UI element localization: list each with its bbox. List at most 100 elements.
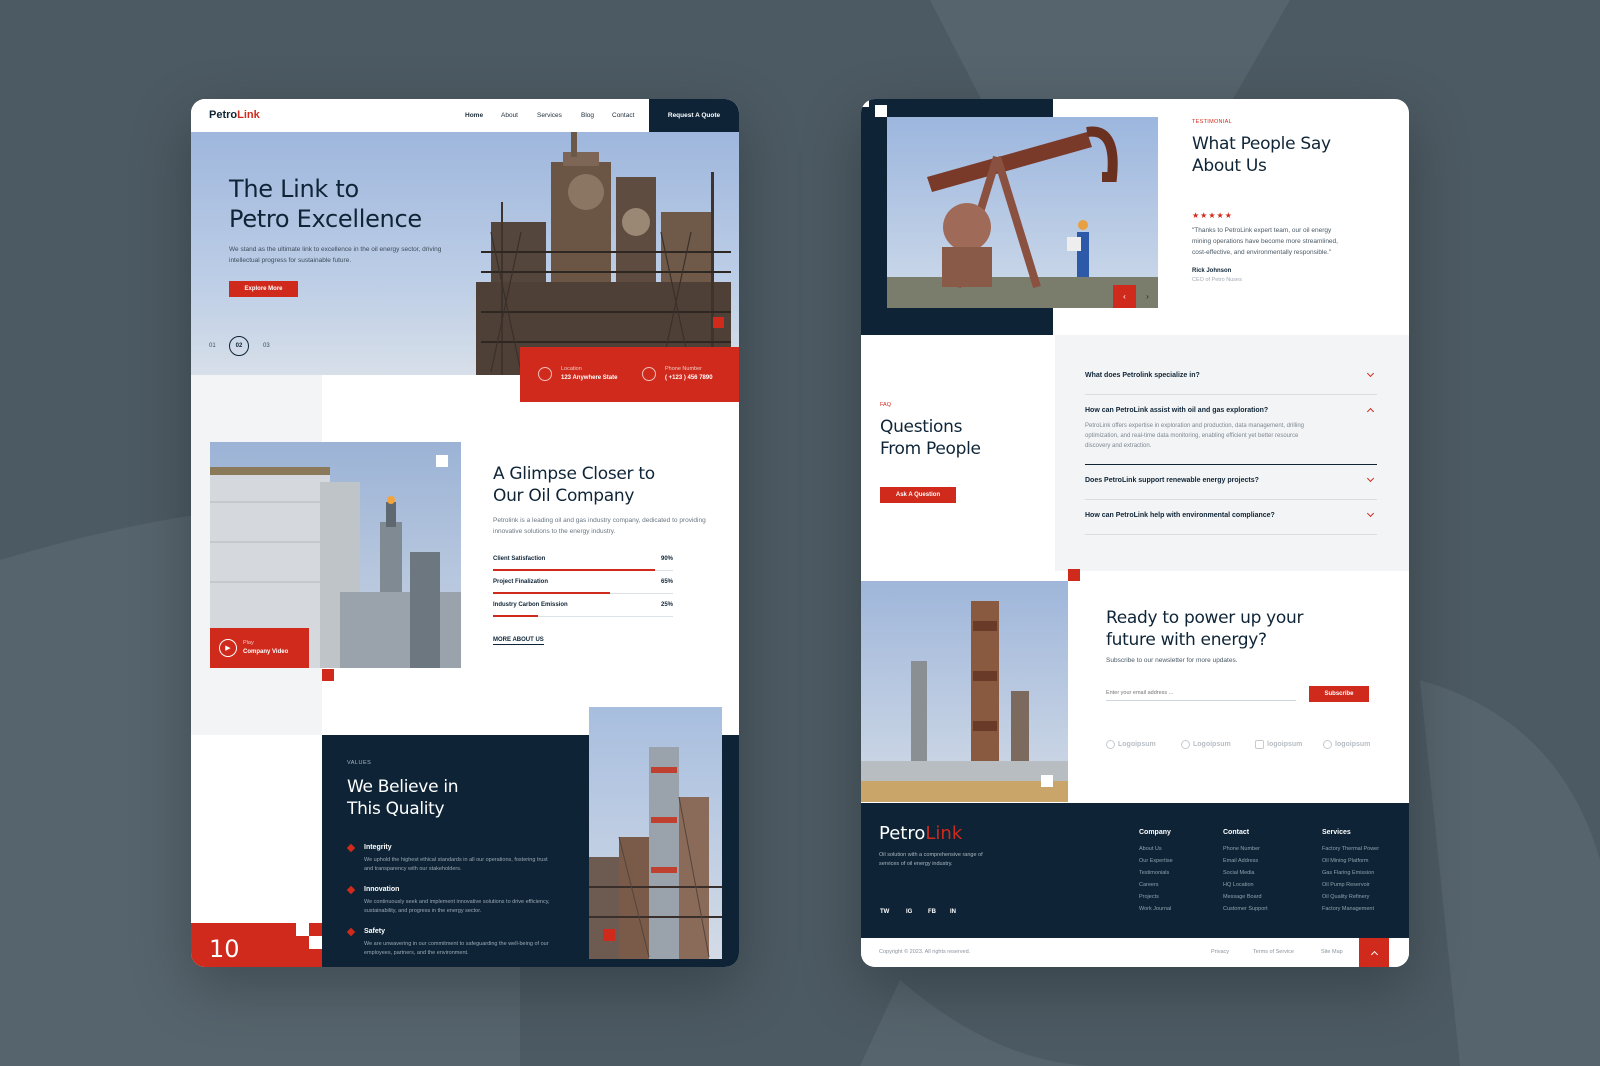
partner-logo-4: logoipsum xyxy=(1323,740,1370,749)
footer-link[interactable]: Testimonials xyxy=(1139,870,1169,876)
stat-industry-carbon-emission: Industry Carbon Emission 25% xyxy=(493,602,673,620)
footer-link[interactable]: Gas Flaring Emission xyxy=(1322,870,1374,876)
subscribe-button[interactable]: Subscribe xyxy=(1309,686,1369,702)
slide-03[interactable]: 03 xyxy=(263,343,270,349)
stat-label: Client Satisfaction xyxy=(493,556,546,562)
location-icon xyxy=(538,367,552,381)
faq-intro: FAQ Questions From People xyxy=(880,402,1040,460)
nav-services[interactable]: Services xyxy=(537,112,562,119)
location-value: 123 Anywhere State xyxy=(561,375,618,381)
social-facebook[interactable]: FB xyxy=(928,909,936,915)
newsletter-subtitle: Subscribe to our newsletter for more upd… xyxy=(1106,657,1238,664)
about-title-line1: A Glimpse Closer to xyxy=(493,464,655,484)
hero-text: The Link to Petro Excellence We stand as… xyxy=(229,174,479,266)
footer-link[interactable]: Message Board xyxy=(1223,894,1262,900)
chevron-down-icon xyxy=(1366,509,1375,518)
newsletter-title-line2: future with energy? xyxy=(1106,630,1267,650)
footer-link[interactable]: Oil Mining Platform xyxy=(1322,858,1368,864)
nav-about[interactable]: About xyxy=(501,112,518,119)
social-twitter[interactable]: TW xyxy=(880,909,889,915)
slide-01[interactable]: 01 xyxy=(209,343,216,349)
email-input[interactable] xyxy=(1106,685,1296,701)
rating-stars: ★★★★★ xyxy=(1192,211,1233,220)
terms-link[interactable]: Terms of Service xyxy=(1253,949,1294,955)
hero-subtitle: We stand as the ultimate link to excelle… xyxy=(229,246,442,264)
counter-corner-square-2 xyxy=(309,936,322,949)
logo[interactable]: PetroLink xyxy=(209,109,260,121)
footer-link[interactable]: Customer Support xyxy=(1223,906,1268,912)
logo-part-link: Link xyxy=(925,823,963,844)
footer-link[interactable]: Email Address xyxy=(1223,858,1258,864)
request-quote-button[interactable]: Request A Quote xyxy=(649,99,739,132)
carousel-prev-button[interactable]: ‹ xyxy=(1113,285,1136,308)
footer-link[interactable]: Phone Number xyxy=(1223,846,1260,852)
footer-link[interactable]: HQ Location xyxy=(1223,882,1254,888)
newsletter-title-line1: Ready to power up your xyxy=(1106,608,1304,628)
chevron-down-icon xyxy=(1366,474,1375,483)
faq-answer: PetroLink offers expertise in exploratio… xyxy=(1085,423,1305,449)
testimonial-title-line1: What People Say xyxy=(1192,134,1331,154)
faq-question: Does PetroLink support renewable energy … xyxy=(1085,477,1259,484)
value-safety: Safety We are unwavering in our commitme… xyxy=(346,927,557,958)
logoipsum-icon xyxy=(1106,740,1115,749)
slide-02-active[interactable]: 02 xyxy=(229,336,249,356)
carousel-next-button[interactable]: › xyxy=(1136,285,1159,308)
privacy-link[interactable]: Privacy xyxy=(1211,949,1229,955)
site-footer: PetroLink Oil solution with a comprehens… xyxy=(861,803,1409,938)
partner-logo-3: logoipsum xyxy=(1255,740,1302,749)
value-title: Innovation xyxy=(364,886,400,893)
counter-corner-square-1 xyxy=(296,923,309,936)
footer-link[interactable]: Projects xyxy=(1139,894,1159,900)
sitemap-link[interactable]: Site Map xyxy=(1321,949,1343,955)
nav-home[interactable]: Home xyxy=(465,112,483,119)
footer-link[interactable]: Our Expertise xyxy=(1139,858,1173,864)
about-image-corner-square xyxy=(436,455,448,467)
stat-client-satisfaction: Client Satisfaction 90% xyxy=(493,556,673,574)
play-icon: ▶ xyxy=(219,639,237,657)
ask-question-button[interactable]: Ask A Question xyxy=(880,487,956,503)
logo-part-link: Link xyxy=(237,109,260,121)
stat-bar xyxy=(493,592,610,594)
nav-contact[interactable]: Contact xyxy=(612,112,634,119)
about-description: Petrolink is a leading oil and gas indus… xyxy=(493,517,706,535)
chevron-up-icon xyxy=(1370,950,1378,958)
diamond-bullet-icon xyxy=(346,843,356,853)
footer-link[interactable]: About Us xyxy=(1139,846,1162,852)
social-instagram[interactable]: IG xyxy=(906,909,912,915)
values-image-accent-square xyxy=(603,929,615,941)
testimonial-quote: "Thanks to PetroLink expert team, our oi… xyxy=(1192,227,1338,256)
footer-link[interactable]: Social Media xyxy=(1223,870,1255,876)
contact-strip: Location 123 Anywhere State Phone Number… xyxy=(520,347,739,402)
logo-part-petro: Petro xyxy=(209,109,238,121)
value-integrity: Integrity We uphold the highest ethical … xyxy=(346,843,557,874)
faq-item-1[interactable]: What does Petrolink specialize in? xyxy=(1085,367,1377,395)
faq-item-3[interactable]: Does PetroLink support renewable energy … xyxy=(1085,472,1377,500)
footer-link[interactable]: Work Journal xyxy=(1139,906,1171,912)
footer-link[interactable]: Oil Pump Reservoir xyxy=(1322,882,1370,888)
chevron-up-icon xyxy=(1366,407,1375,416)
faq-item-2-expanded[interactable]: How can PetroLink assist with oil and ga… xyxy=(1085,402,1377,465)
nav-blog[interactable]: Blog xyxy=(581,112,594,119)
phone-label: Phone Number xyxy=(665,366,702,372)
social-linkedin[interactable]: IN xyxy=(950,909,956,915)
stat-project-finalization: Project Finalization 65% xyxy=(493,579,673,597)
value-text: We are unwavering in our commitment to s… xyxy=(364,941,549,956)
newsletter-content: Ready to power up your future with energ… xyxy=(1106,607,1376,664)
homepage-mockup: PetroLink Home About Services Blog Conta… xyxy=(191,99,739,967)
phone-icon xyxy=(642,367,656,381)
footer-logo[interactable]: PetroLink xyxy=(879,823,962,844)
faq-item-4[interactable]: How can PetroLink help with environmenta… xyxy=(1085,507,1377,535)
footer-link[interactable]: Careers xyxy=(1139,882,1159,888)
testimonial-eyebrow: TESTIMONIAL xyxy=(1192,119,1232,125)
chevron-down-icon xyxy=(1366,369,1375,378)
footer-link[interactable]: Factory Management xyxy=(1322,906,1374,912)
stat-bar xyxy=(493,615,538,617)
diamond-bullet-icon xyxy=(346,927,356,937)
more-about-us-link[interactable]: MORE ABOUT US xyxy=(493,637,544,645)
play-video-button[interactable]: ▶ Play Company Video xyxy=(210,628,309,668)
footer-link[interactable]: Factory Thermal Power xyxy=(1322,846,1379,852)
footer-col-company-title: Company xyxy=(1139,829,1171,836)
back-to-top-button[interactable] xyxy=(1359,938,1389,967)
footer-link[interactable]: Oil Quality Refinery xyxy=(1322,894,1369,900)
explore-more-button[interactable]: Explore More xyxy=(229,281,298,297)
